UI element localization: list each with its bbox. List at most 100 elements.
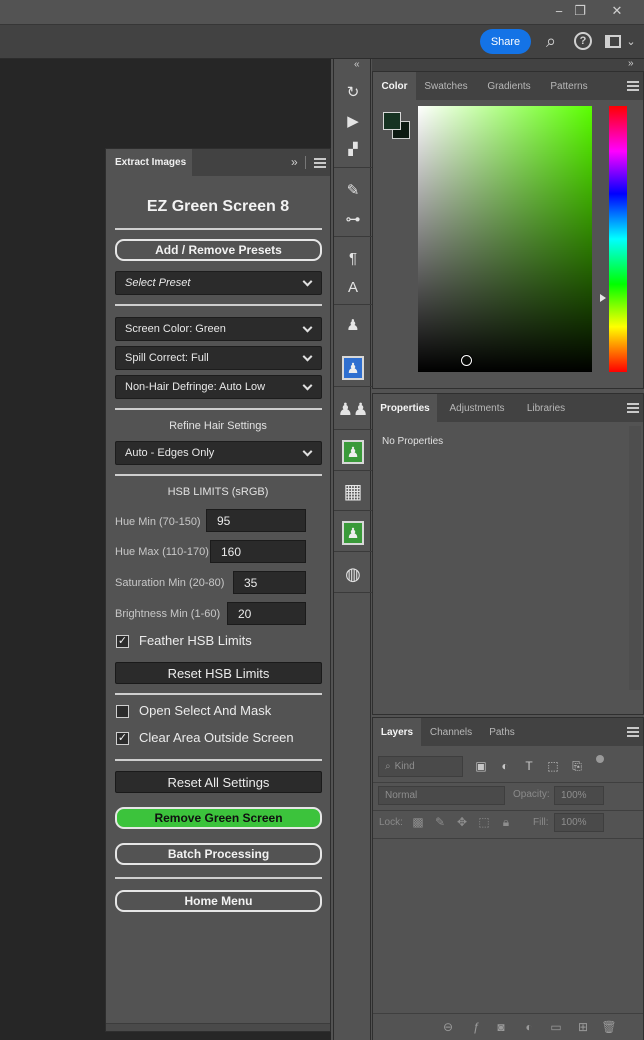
tab-layers[interactable]: Layers (373, 718, 421, 746)
non-hair-defringe-dropdown[interactable]: Non-Hair Defringe: Auto Low (115, 375, 322, 399)
brush-icon[interactable]: ✎ (339, 177, 367, 203)
tab-patterns[interactable]: Patterns (541, 72, 597, 100)
divider (334, 470, 372, 471)
delete-layer-icon[interactable]: 🗑︎ (601, 1019, 617, 1035)
chevron-down-icon[interactable]: ⌄ (624, 30, 638, 52)
fill-input[interactable]: 100% (554, 813, 604, 832)
color-field[interactable] (418, 106, 592, 372)
select-preset-dropdown[interactable]: Select Preset (115, 271, 322, 295)
character-icon[interactable]: A (339, 274, 367, 300)
hue-max-label: Hue Max (110-170) (115, 546, 209, 558)
lock-all-icon[interactable]: 🔒︎ (498, 814, 514, 830)
tab-adjustments[interactable]: Adjustments (439, 394, 515, 422)
lock-artboard-icon[interactable]: ⬚ (476, 814, 492, 830)
refine-hair-dropdown[interactable]: Auto - Edges Only (115, 441, 322, 465)
brightness-min-label: Brightness Min (1-60) (115, 608, 221, 620)
tab-extract-images[interactable]: Extract Images (106, 149, 192, 176)
share-button[interactable]: Share (480, 29, 531, 54)
group-icon[interactable]: ♟♟ (338, 397, 368, 423)
fx-icon[interactable]: ƒ (468, 1019, 484, 1035)
plugin-icon[interactable]: ▞ (339, 136, 367, 162)
spill-correct-dropdown[interactable]: Spill Correct: Full (115, 346, 322, 370)
pixel-filter-icon[interactable]: ▣ (473, 758, 489, 774)
remove-green-screen-button[interactable]: Remove Green Screen (115, 807, 322, 829)
kind-filter-value: Kind (394, 761, 415, 772)
reset-all-settings-button[interactable]: Reset All Settings (115, 771, 322, 793)
type-filter-icon[interactable]: T (521, 758, 537, 774)
brightness-min-input[interactable]: 20 (227, 602, 306, 625)
batch-processing-button[interactable]: Batch Processing (115, 843, 322, 865)
smart-object-filter-icon[interactable]: ⎘ (569, 758, 585, 774)
divider (334, 386, 372, 387)
tab-libraries[interactable]: Libraries (517, 394, 575, 422)
feather-hsb-checkbox[interactable]: ✓ (116, 635, 129, 648)
paragraph-icon[interactable]: ¶ (339, 245, 367, 271)
link-layers-icon[interactable]: ⊖ (440, 1019, 456, 1035)
expand-panels-icon[interactable]: « (354, 59, 360, 70)
grid-icon[interactable]: ▦ (339, 478, 367, 504)
resize-grip[interactable] (106, 1023, 330, 1031)
open-select-mask-checkbox[interactable] (116, 705, 129, 718)
opacity-input[interactable]: 100% (554, 786, 604, 805)
collapse-panels-icon[interactable]: » (628, 58, 634, 69)
panel-menu-icon[interactable] (627, 403, 639, 413)
collapse-icon[interactable]: » (291, 155, 298, 169)
tab-paths[interactable]: Paths (481, 718, 523, 746)
actions-play-icon[interactable]: ▶ (339, 108, 367, 134)
blend-mode-dropdown[interactable]: Normal (378, 786, 505, 805)
workspace-icon[interactable] (602, 30, 624, 52)
tab-color[interactable]: Color (373, 72, 416, 100)
filter-toggle-icon[interactable] (596, 755, 604, 763)
adjustment-layer-icon[interactable]: ◐ (521, 1019, 537, 1035)
reset-hsb-limits-button[interactable]: Reset HSB Limits (115, 662, 322, 684)
divider (334, 592, 372, 593)
add-mask-icon[interactable]: ◙ (493, 1019, 509, 1035)
hue-min-input[interactable]: 95 (206, 509, 306, 532)
chevron-down-icon (302, 322, 313, 333)
person-green-icon-2[interactable]: ♟ (339, 520, 367, 546)
clear-area-label: Clear Area Outside Screen (139, 730, 294, 745)
tab-swatches[interactable]: Swatches (417, 72, 475, 100)
color-panel: Color Swatches Gradients Patterns (372, 71, 644, 389)
layers-tabbar: Layers Channels Paths (373, 718, 643, 746)
home-menu-button[interactable]: Home Menu (115, 890, 322, 912)
brush-settings-icon[interactable]: ⊶ (339, 206, 367, 232)
search-icon[interactable]: ⌕ (540, 30, 562, 52)
panel-dock-header: » (372, 58, 644, 71)
new-group-icon[interactable]: ▭ (548, 1019, 564, 1035)
hue-slider-handle[interactable] (600, 294, 606, 302)
lock-transparent-icon[interactable]: ▩ (410, 814, 426, 830)
new-layer-icon[interactable]: ⊞ (575, 1019, 591, 1035)
search-icon: ⌕ (385, 761, 391, 772)
hue-slider[interactable] (609, 106, 627, 372)
person-blue-icon[interactable]: ♟ (339, 355, 367, 381)
kind-filter-dropdown[interactable]: ⌕ Kind (378, 756, 463, 777)
lock-image-icon[interactable]: ✎ (432, 814, 448, 830)
close-button[interactable]: ✕ (598, 0, 636, 22)
person-glyph: ♟ (342, 521, 364, 545)
restore-button[interactable]: ❐ (561, 0, 599, 22)
ball-icon[interactable]: ◍ (339, 561, 367, 587)
saturation-min-input[interactable]: 35 (233, 571, 306, 594)
non-hair-defringe-value: Non-Hair Defringe: Auto Low (125, 381, 266, 393)
panel-menu-icon[interactable] (627, 81, 639, 91)
screen-color-dropdown[interactable]: Screen Color: Green (115, 317, 322, 341)
panel-menu-icon[interactable] (627, 727, 639, 737)
help-icon[interactable]: ? (572, 30, 594, 52)
scrollbar[interactable] (629, 426, 641, 690)
history-icon[interactable]: ↻ (339, 79, 367, 105)
clear-area-checkbox[interactable]: ✓ (116, 732, 129, 745)
tab-channels[interactable]: Channels (423, 718, 479, 746)
person-green-icon[interactable]: ♟ (339, 439, 367, 465)
hue-max-input[interactable]: 160 (210, 540, 306, 563)
adjustment-filter-icon[interactable]: ◐ (497, 758, 513, 774)
panel-menu-icon[interactable] (314, 158, 326, 168)
tab-gradients[interactable]: Gradients (477, 72, 541, 100)
lock-position-icon[interactable]: ✥ (454, 814, 470, 830)
color-picker-cursor[interactable] (461, 355, 472, 366)
divider (115, 304, 322, 306)
person-cutout-icon[interactable]: ♟ (339, 312, 367, 338)
shape-filter-icon[interactable]: ⬚ (545, 758, 561, 774)
add-remove-presets-button[interactable]: Add / Remove Presets (115, 239, 322, 261)
tab-properties[interactable]: Properties (373, 394, 437, 422)
